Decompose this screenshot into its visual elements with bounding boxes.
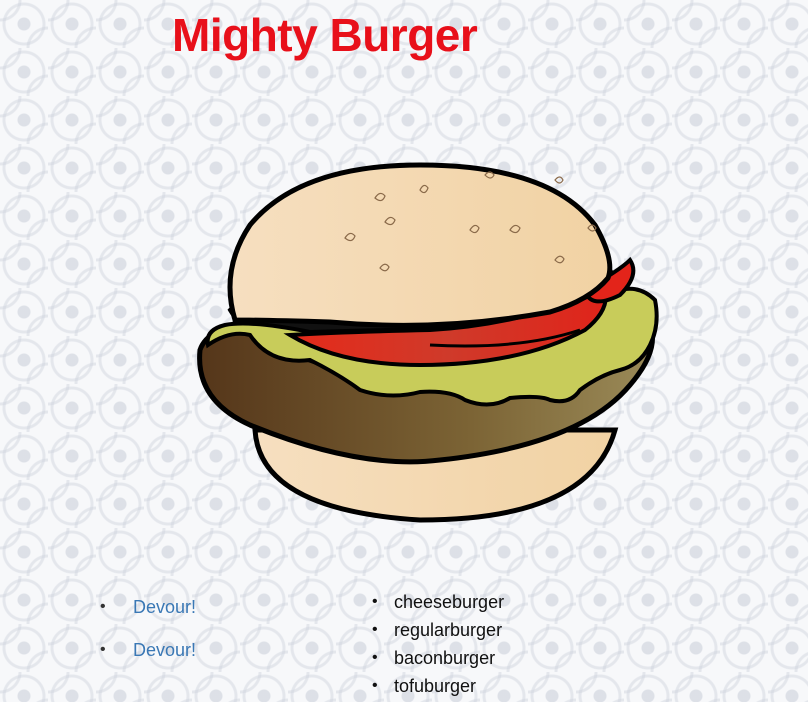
burger-name: cheeseburger <box>394 592 505 612</box>
list-item: • regularburger <box>372 616 504 644</box>
burger-illustration <box>197 162 659 523</box>
bullet-icon: • <box>100 598 106 615</box>
bullet-icon: • <box>372 649 378 666</box>
page-title: Mighty Burger <box>172 9 478 61</box>
burger-list: • cheeseburger • regularburger • baconbu… <box>372 588 504 700</box>
list-item: • tofuburger <box>372 672 504 700</box>
devour-button[interactable]: Devour! <box>133 640 196 660</box>
burger-name: tofuburger <box>394 676 477 696</box>
list-item: • baconburger <box>372 644 504 672</box>
bullet-icon: • <box>372 621 378 638</box>
list-item: • Devour! <box>100 635 196 678</box>
burger-name: baconburger <box>394 648 496 668</box>
burger-name: regularburger <box>394 620 503 640</box>
bullet-icon: • <box>100 641 106 658</box>
bullet-icon: • <box>372 593 378 610</box>
devour-button[interactable]: Devour! <box>133 597 196 617</box>
list-item: • cheeseburger <box>372 588 504 616</box>
list-item: • Devour! <box>100 592 196 635</box>
devour-list: • Devour! • Devour! <box>100 592 196 678</box>
bullet-icon: • <box>372 677 378 694</box>
